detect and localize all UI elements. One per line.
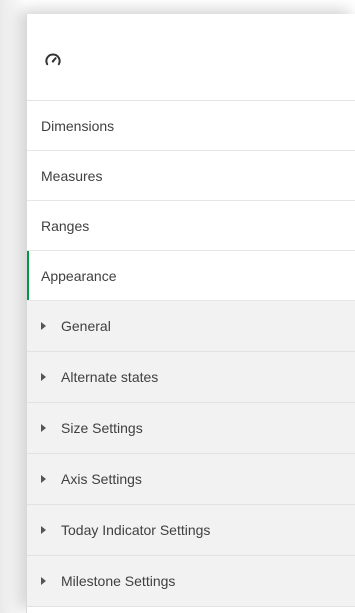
caret-right-icon [41, 373, 46, 381]
nav-item-label: Ranges [41, 217, 90, 234]
panel-header [27, 14, 355, 101]
caret-right-icon [41, 322, 46, 330]
section-today-indicator-settings[interactable]: Today Indicator Settings [27, 505, 355, 556]
section-general[interactable]: General [27, 301, 355, 352]
section-label: Alternate states [61, 369, 159, 385]
caret-right-icon [41, 577, 46, 585]
section-alternate-states[interactable]: Alternate states [27, 352, 355, 403]
section-label: Milestone Settings [61, 573, 176, 589]
gauge-icon [45, 53, 61, 66]
nav-item-label: Measures [41, 167, 103, 184]
nav-item-appearance[interactable]: Appearance [27, 251, 355, 301]
section-label: Size Settings [61, 420, 143, 436]
nav-item-ranges[interactable]: Ranges [27, 201, 355, 251]
nav-item-label: Appearance [41, 267, 117, 284]
section-label: Axis Settings [61, 471, 142, 487]
window-background: Dimensions Measures Ranges Appearance Ge… [0, 0, 355, 613]
caret-right-icon [41, 424, 46, 432]
section-milestone-settings[interactable]: Milestone Settings [27, 556, 355, 607]
section-label: General [61, 318, 111, 334]
caret-right-icon [41, 526, 46, 534]
nav-item-dimensions[interactable]: Dimensions [27, 101, 355, 151]
caret-right-icon [41, 475, 46, 483]
section-axis-settings[interactable]: Axis Settings [27, 454, 355, 505]
section-label: Today Indicator Settings [61, 522, 211, 538]
properties-panel: Dimensions Measures Ranges Appearance Ge… [26, 14, 355, 613]
nav-item-measures[interactable]: Measures [27, 151, 355, 201]
nav-item-label: Dimensions [41, 117, 115, 134]
section-size-settings[interactable]: Size Settings [27, 403, 355, 454]
